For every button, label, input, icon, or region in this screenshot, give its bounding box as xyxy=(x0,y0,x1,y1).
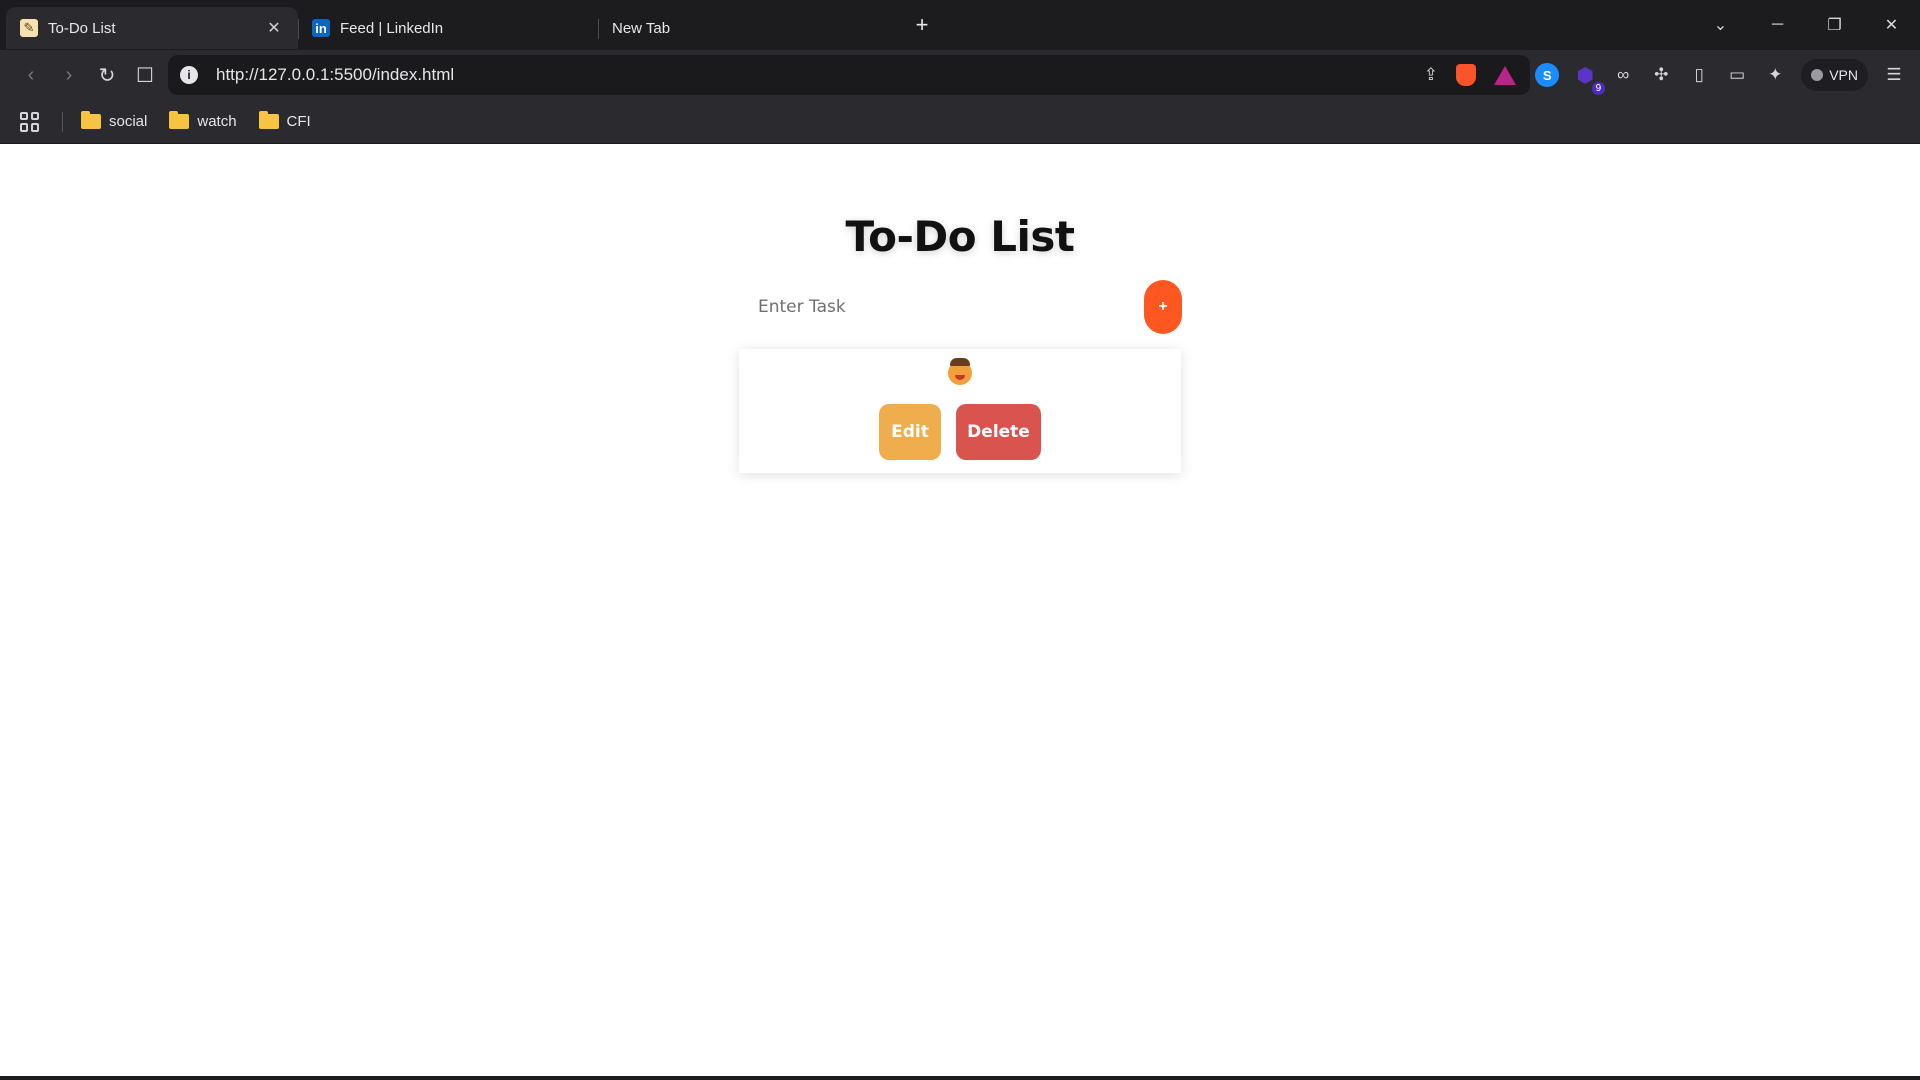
address-bar-actions: ⇪ xyxy=(1424,55,1516,95)
leo-ai-icon[interactable]: ✦ xyxy=(1763,63,1787,87)
address-bar[interactable]: i http://127.0.0.1:5500/index.html ⇪ xyxy=(168,55,1530,95)
reload-button[interactable]: ↻ xyxy=(88,56,126,94)
bookmark-label: CFI xyxy=(286,113,311,130)
shazam-extension-icon[interactable]: S xyxy=(1535,63,1560,87)
wallet-icon[interactable]: ▭ xyxy=(1725,63,1749,87)
tab-strip: ✎ To-Do List ✕ in Feed | LinkedIn New Ta… xyxy=(0,0,1920,50)
page-title: To-Do List xyxy=(845,212,1075,261)
tab-linkedin[interactable]: in Feed | LinkedIn xyxy=(298,7,598,49)
folder-icon xyxy=(258,111,279,129)
bookmark-label: social xyxy=(109,113,148,130)
tab-new-tab[interactable]: New Tab xyxy=(598,7,898,49)
bookmarks-divider xyxy=(62,111,63,132)
brave-rewards-icon[interactable] xyxy=(1494,65,1516,85)
task-item: Edit Delete xyxy=(739,349,1181,473)
site-info-icon[interactable]: i xyxy=(180,66,198,84)
close-window-icon[interactable]: ✕ xyxy=(1863,15,1920,35)
browser-toolbar: ‹ › ↻ ☐ i http://127.0.0.1:5500/index.ht… xyxy=(0,50,1920,100)
task-input[interactable] xyxy=(740,280,1140,334)
tab-title: New Tab xyxy=(612,19,671,37)
extension-icon[interactable]: ⬢ 9 xyxy=(1573,63,1606,95)
window-bottom-edge xyxy=(0,1076,1920,1080)
bookmark-icon[interactable]: ☐ xyxy=(126,56,164,94)
vpn-status-icon xyxy=(1811,69,1824,81)
menu-icon[interactable]: ☰ xyxy=(1882,63,1906,87)
folder-icon xyxy=(169,111,190,129)
bookmark-label: watch xyxy=(197,113,237,130)
add-task-button[interactable]: + xyxy=(1144,280,1182,334)
folder-icon xyxy=(81,111,101,129)
task-actions: Edit Delete xyxy=(739,404,1181,460)
window-controls: ⌄ ─ ❐ ✕ xyxy=(1692,0,1920,50)
vpn-button[interactable]: VPN xyxy=(1801,59,1868,91)
close-icon[interactable]: ✕ xyxy=(264,18,284,38)
new-tab-button[interactable]: + xyxy=(902,5,942,45)
glasses-extension-icon[interactable]: ∞ xyxy=(1611,63,1635,87)
bookmark-folder-cfi[interactable]: CFI xyxy=(258,111,311,130)
task-input-row: + xyxy=(740,280,1182,334)
linkedin-icon: in xyxy=(312,19,330,37)
delete-button[interactable]: Delete xyxy=(956,404,1041,460)
tab-title: To-Do List xyxy=(48,19,116,37)
bookmark-folder-social[interactable]: social xyxy=(81,111,148,130)
restore-icon[interactable]: ❐ xyxy=(1806,15,1863,35)
brave-shields-icon[interactable] xyxy=(1456,64,1476,86)
forward-button[interactable]: › xyxy=(50,56,88,94)
page-content: To-Do List + Edit Delete xyxy=(0,144,1920,1076)
minimize-icon[interactable]: ─ xyxy=(1749,16,1806,34)
extension-badge: 9 xyxy=(1591,82,1606,95)
puzzle-extensions-icon[interactable]: ✣ xyxy=(1649,63,1673,87)
apps-grid-icon[interactable] xyxy=(20,111,40,132)
back-button[interactable]: ‹ xyxy=(12,56,50,94)
tab-title: Feed | LinkedIn xyxy=(340,19,444,37)
extensions-area: S ⬢ 9 ∞ ✣ ▯ ▭ ✦ VPN ☰ xyxy=(1535,50,1920,100)
bookmarks-bar: social watch CFI xyxy=(0,100,1920,144)
sidebar-icon[interactable]: ▯ xyxy=(1687,63,1711,87)
note-icon: ✎ xyxy=(20,19,38,37)
bookmark-folder-watch[interactable]: watch xyxy=(169,111,237,130)
tab-search-chevron-icon[interactable]: ⌄ xyxy=(1692,15,1749,35)
vpn-label: VPN xyxy=(1829,67,1858,83)
edit-button[interactable]: Edit xyxy=(879,404,941,460)
share-icon[interactable]: ⇪ xyxy=(1424,65,1438,85)
tab-todo-list[interactable]: ✎ To-Do List ✕ xyxy=(6,7,298,49)
url-text[interactable]: http://127.0.0.1:5500/index.html xyxy=(216,65,454,85)
cowboy-face-emoji xyxy=(948,358,972,385)
